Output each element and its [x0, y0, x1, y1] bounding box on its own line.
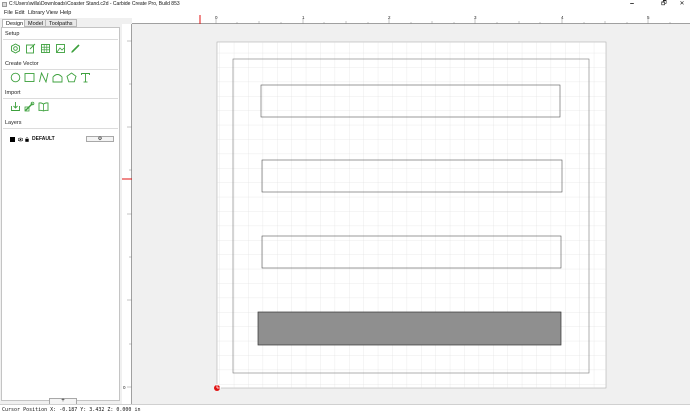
- job-setup-icon[interactable]: [10, 43, 21, 54]
- menu-view[interactable]: View: [46, 10, 58, 16]
- import-svg-icon[interactable]: [10, 101, 21, 112]
- ruler-label: 2: [388, 15, 391, 20]
- ruler-label: 0: [215, 15, 218, 20]
- tab-model[interactable]: Model: [24, 19, 47, 27]
- status-bar: Cursor Position X: -0.187 Y: 3.432 Z: 0.…: [0, 404, 690, 414]
- design-canvas[interactable]: [133, 24, 690, 404]
- minimize-button[interactable]: 🗕: [624, 0, 640, 9]
- import-bitmap-icon[interactable]: [24, 101, 35, 112]
- layer-row[interactable]: DEFAULT ⚙: [5, 136, 118, 144]
- lock-icon[interactable]: [25, 137, 29, 142]
- divider: [3, 69, 118, 70]
- grid-icon[interactable]: [40, 43, 51, 54]
- circle-icon[interactable]: [10, 72, 21, 83]
- selected-rectangle: [257, 311, 562, 346]
- rectangle-icon[interactable]: [24, 72, 35, 83]
- cursor-position: Cursor Position X: -0.187 Y: 3.432 Z: 0.…: [2, 407, 141, 413]
- gear-icon: ⚙: [97, 136, 103, 142]
- section-title-create-vector: Create Vector: [5, 61, 39, 67]
- polygon-icon[interactable]: [52, 72, 63, 83]
- ruler-label: 1: [302, 15, 305, 20]
- design-panel: Design Model Toolpaths Setup Create Vect…: [0, 18, 121, 405]
- app-icon: [2, 2, 7, 7]
- menu-library[interactable]: Library: [28, 10, 45, 16]
- tab-toolpaths[interactable]: Toolpaths: [45, 19, 77, 27]
- pencil-icon[interactable]: [70, 43, 81, 54]
- window-title: C:\Users\willa\Downloads\Coaster Stand.c…: [9, 1, 180, 7]
- ruler-label: 0: [123, 385, 126, 390]
- text-icon[interactable]: [80, 72, 91, 83]
- divider: [3, 39, 118, 40]
- ruler-label: 3: [474, 15, 477, 20]
- horizontal-ruler: 0 1 2 3 4 5: [132, 15, 690, 24]
- curve-icon[interactable]: [38, 72, 49, 83]
- panel-body: Setup Create Vector Import Layers DEFAUL…: [1, 27, 120, 405]
- section-title-setup: Setup: [5, 31, 20, 37]
- layer-name[interactable]: DEFAULT: [32, 136, 55, 142]
- divider: [3, 128, 118, 129]
- title-bar: C:\Users\willa\Downloads\Coaster Stand.c…: [0, 0, 690, 9]
- layer-color-swatch[interactable]: [10, 137, 15, 142]
- maximize-button[interactable]: 🗗: [656, 0, 672, 9]
- section-title-layers: Layers: [5, 120, 22, 126]
- ruler-label: 4: [561, 15, 564, 20]
- close-button[interactable]: ✕: [674, 0, 690, 9]
- divider: [3, 98, 118, 99]
- menu-file[interactable]: File: [4, 10, 13, 16]
- layer-settings-button[interactable]: ⚙: [86, 136, 114, 142]
- menu-help[interactable]: Help: [60, 10, 71, 16]
- star-icon[interactable]: [66, 72, 77, 83]
- vertical-ruler: 0: [122, 24, 132, 404]
- edit-document-icon[interactable]: [25, 43, 36, 54]
- book-icon[interactable]: [38, 101, 49, 112]
- ruler-label: 5: [647, 15, 650, 20]
- menu-edit[interactable]: Edit: [15, 10, 24, 16]
- image-icon[interactable]: [55, 43, 66, 54]
- section-title-import: Import: [5, 90, 21, 96]
- eye-icon[interactable]: [17, 137, 24, 142]
